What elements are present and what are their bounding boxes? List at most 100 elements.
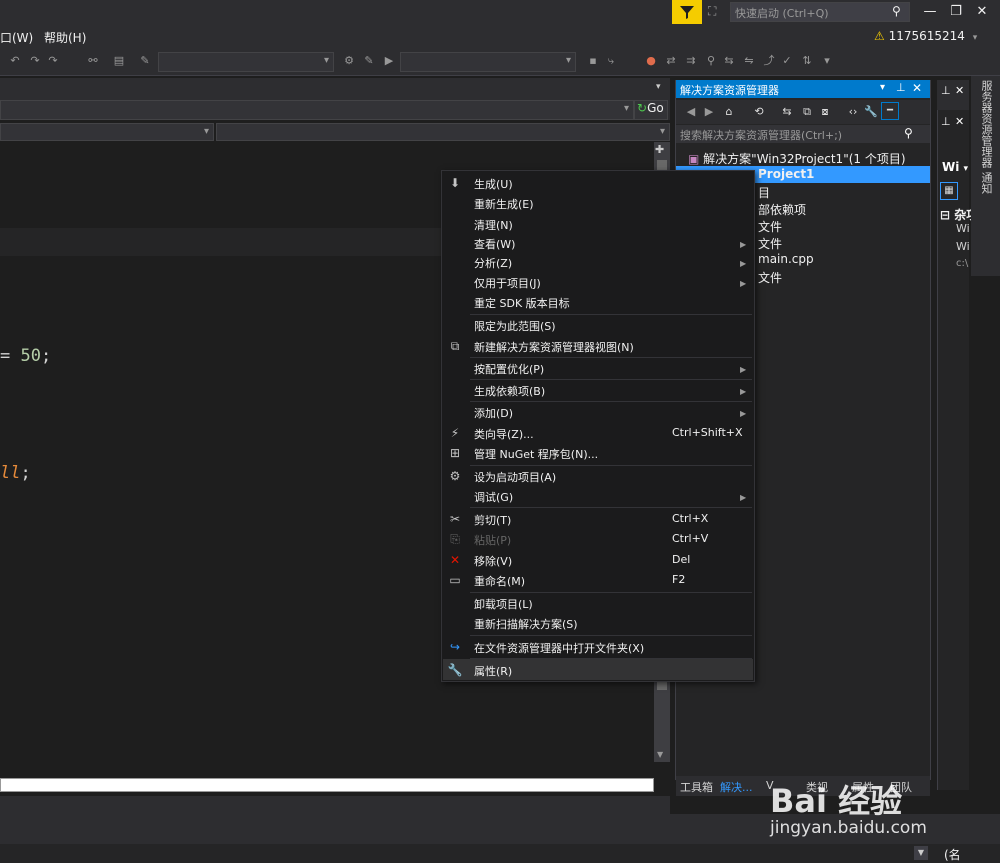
history-icon[interactable]: ⟲ (752, 105, 766, 119)
ctx-scope-to-this[interactable]: 限定为此范围(S) (474, 318, 556, 334)
ctx-set-startup[interactable]: 设为启动项目(A) (474, 469, 556, 485)
comment-icon[interactable]: ▤ (112, 54, 126, 68)
tab-server-explorer[interactable]: 服务器资源管理器 (978, 80, 994, 168)
scope-combo[interactable] (0, 123, 214, 141)
ctx-retarget-sdk[interactable]: 重定 SDK 版本目标 (474, 295, 570, 311)
minimize-button[interactable]: — (920, 4, 940, 20)
home-icon[interactable]: ⌂ (722, 105, 736, 119)
ctx-rescan-solution[interactable]: 重新扫描解决方案(S) (474, 616, 578, 632)
tree-item-main-cpp[interactable]: main.cpp (758, 252, 814, 266)
close-panel-icon[interactable]: ✕ (912, 81, 922, 95)
ctx-profile-guided[interactable]: 按配置优化(P) (474, 361, 544, 377)
member-combo[interactable] (216, 123, 670, 141)
tab-toolbox[interactable]: 工具箱 (680, 779, 713, 795)
ctx-clean[interactable]: 清理(N) (474, 217, 513, 233)
panel-menu-icon[interactable]: ▾ (880, 82, 885, 93)
ctx-build[interactable]: 生成(U) (474, 176, 513, 192)
close-panel-icon-2[interactable]: ✕ (955, 84, 964, 97)
close-window-button[interactable]: ✕ (972, 4, 992, 20)
nav-icon-3[interactable]: ⇆ (722, 54, 736, 68)
close-panel-icon-3[interactable]: ✕ (955, 115, 964, 128)
ctx-properties[interactable]: 属性(R) (474, 663, 512, 679)
go-button[interactable]: ↻Go (634, 100, 668, 120)
scroll-down-button[interactable]: ▼ (914, 846, 928, 860)
property-row-3[interactable]: c:\ (956, 258, 968, 269)
ctx-project-only[interactable]: 仅用于项目(J) (474, 275, 541, 291)
tree-item-project[interactable]: Project1 (758, 167, 814, 181)
ctx-open-in-explorer[interactable]: 在文件资源管理器中打开文件夹(X) (474, 640, 644, 656)
pin-icon[interactable]: ⊥ (896, 81, 906, 94)
attach-icon[interactable]: ⚯ (86, 54, 100, 68)
nav-icon-2[interactable]: ⇉ (684, 54, 698, 68)
search-file-icon[interactable]: ⚲ (704, 54, 718, 68)
pencil-icon[interactable]: ✎ (362, 54, 376, 68)
feedback-filter-button[interactable] (672, 0, 702, 24)
check-icon[interactable]: ✓ (780, 54, 794, 68)
ctx-manage-nuget[interactable]: 管理 NuGet 程序包(N)... (474, 446, 598, 462)
collapse-icon[interactable]: ⧉ (800, 105, 814, 119)
back-icon[interactable]: ◀ (684, 105, 698, 119)
ctx-analyze[interactable]: 分析(Z) (474, 255, 512, 271)
pin-icon-2[interactable]: ⊥ (941, 84, 951, 97)
scroll-down-icon[interactable]: ▼ (657, 750, 663, 759)
nav-icon-1[interactable]: ⇄ (664, 54, 678, 68)
bookmark-icon[interactable]: ▪ (586, 54, 600, 68)
show-all-icon[interactable]: ⧇ (818, 105, 832, 119)
code-view-icon[interactable]: ‹› (846, 105, 860, 119)
property-row-1[interactable]: Wi (956, 222, 970, 235)
maximize-button[interactable]: ❐ (946, 4, 966, 20)
tab-notifications[interactable]: 通知 (978, 172, 994, 194)
breakpoint-icon[interactable]: ● (644, 54, 658, 68)
tree-item-references[interactable]: 目 (758, 184, 770, 201)
nav-icon-6[interactable]: ⇅ (800, 54, 814, 68)
ctx-build-dependencies[interactable]: 生成依赖项(B) (474, 383, 545, 399)
ctx-debug[interactable]: 调试(G) (474, 489, 513, 505)
step-icon[interactable]: ⤷ (604, 54, 618, 68)
ctx-rebuild[interactable]: 重新生成(E) (474, 196, 534, 212)
search-icon[interactable]: ⚲ (892, 4, 901, 18)
redo-alt-icon[interactable]: ↷ (46, 54, 60, 68)
pin-icon-3[interactable]: ⊥ (941, 115, 951, 128)
tree-item-resource-files[interactable]: 文件 (758, 235, 782, 252)
ctx-view[interactable]: 查看(W) (474, 236, 515, 252)
forward-icon[interactable]: ▶ (702, 105, 716, 119)
ctx-add[interactable]: 添加(D) (474, 405, 513, 421)
ctx-class-wizard[interactable]: 类向导(Z)... (474, 426, 534, 442)
format-icon[interactable]: ✎ (138, 54, 152, 68)
horizontal-scrollbar[interactable] (0, 778, 654, 792)
toolbar-overflow-icon[interactable]: ▾ (820, 54, 834, 68)
se-search-icon[interactable]: ⚲ (904, 126, 913, 140)
properties-object-combo[interactable]: Wi ▾ (942, 160, 968, 174)
menu-help[interactable]: 帮助(H) (44, 29, 86, 46)
tab-dropdown-icon[interactable]: ▾ (656, 82, 661, 92)
start-debug-icon[interactable]: ⚙ (342, 54, 356, 68)
platform-combo[interactable] (400, 52, 576, 72)
solution-explorer-search[interactable]: 搜索解决方案资源管理器(Ctrl+;) (676, 125, 930, 143)
undo-icon[interactable]: ↶ (8, 54, 22, 68)
property-row-2[interactable]: Wi (956, 240, 970, 253)
nav-icon-5[interactable]: ⤴ (762, 54, 776, 68)
sync-icon[interactable]: ⇆ (780, 105, 794, 119)
split-icon[interactable]: ✚ (655, 143, 664, 156)
play-icon[interactable]: ▶ (382, 54, 396, 68)
tree-item-external-deps[interactable]: 部依赖项 (758, 201, 806, 218)
quick-launch-input[interactable]: 快速启动 (Ctrl+Q) (730, 2, 910, 22)
categorized-icon[interactable]: ▦ (940, 182, 958, 200)
ctx-cut[interactable]: 剪切(T) (474, 512, 511, 528)
notifications-icon[interactable]: ⛶ (708, 4, 724, 20)
redo-icon[interactable]: ↷ (28, 54, 42, 68)
menu-window[interactable]: 口(W) (0, 29, 33, 46)
tree-item-solution[interactable]: ▣ 解决方案"Win32Project1"(1 个项目) (688, 150, 906, 167)
tree-item-source-files[interactable]: 文件 (758, 269, 782, 286)
ctx-unload-project[interactable]: 卸载项目(L) (474, 596, 533, 612)
find-combo[interactable] (0, 100, 634, 120)
tree-item-header-files[interactable]: 文件 (758, 218, 782, 235)
user-account[interactable]: ⚠ 1175615214 ▾ (874, 29, 977, 43)
ctx-rename[interactable]: 重命名(M) (474, 573, 525, 589)
preview-icon[interactable]: ━ (881, 102, 899, 120)
ctx-remove[interactable]: 移除(V) (474, 553, 512, 569)
nav-icon-4[interactable]: ⇋ (742, 54, 756, 68)
solution-config-combo[interactable] (158, 52, 334, 72)
properties-wrench-icon[interactable]: 🔧 (864, 105, 878, 119)
tab-solution-explorer[interactable]: 解决... (720, 779, 753, 795)
